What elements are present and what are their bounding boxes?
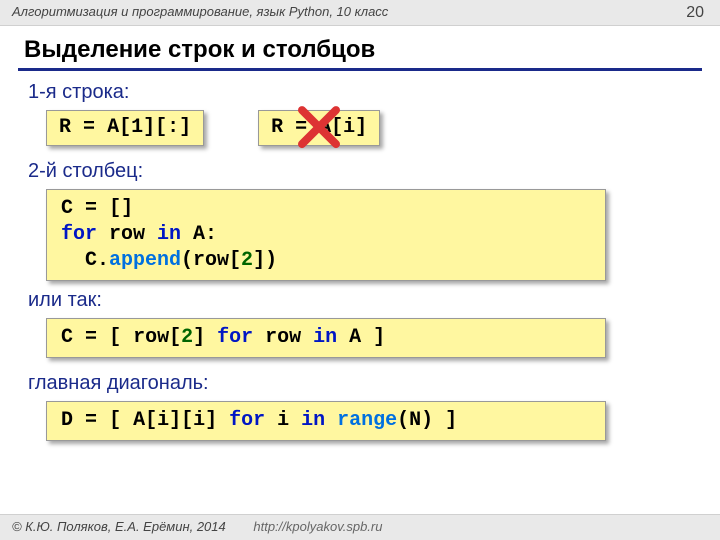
- label-second-col: 2-й столбец:: [28, 160, 692, 183]
- label-diagonal: главная диагональ:: [28, 372, 692, 395]
- footer-bar: © К.Ю. Поляков, Е.А. Ерёмин, 2014 http:/…: [0, 514, 720, 540]
- code-row-wrong: R = A[i]: [258, 110, 380, 146]
- page-title: Выделение строк и столбцов: [0, 26, 720, 68]
- code-column-loop: C = [] for row in A: C.append(row[2]): [46, 189, 606, 281]
- content: 1-я строка: R = A[1][:] R = A[i] 2-й сто…: [0, 81, 720, 441]
- course-name: Алгоритмизация и программирование, язык …: [12, 4, 388, 19]
- title-underline: [18, 68, 702, 71]
- header-bar: Алгоритмизация и программирование, язык …: [0, 0, 720, 26]
- label-or: или так:: [28, 289, 692, 312]
- label-first-row: 1-я строка:: [28, 81, 692, 104]
- wrong-example: R = A[i]: [258, 110, 380, 146]
- page-number: 20: [686, 4, 704, 22]
- copyright: © К.Ю. Поляков, Е.А. Ерёмин, 2014: [12, 519, 226, 534]
- footer-url: http://kpolyakov.spb.ru: [253, 519, 382, 534]
- first-row-examples: R = A[1][:] R = A[i]: [46, 110, 692, 146]
- code-diagonal: D = [ A[i][i] for i in range(N) ]: [46, 401, 606, 441]
- code-row-slice: R = A[1][:]: [46, 110, 204, 146]
- code-column-comprehension: C = [ row[2] for row in A ]: [46, 318, 606, 358]
